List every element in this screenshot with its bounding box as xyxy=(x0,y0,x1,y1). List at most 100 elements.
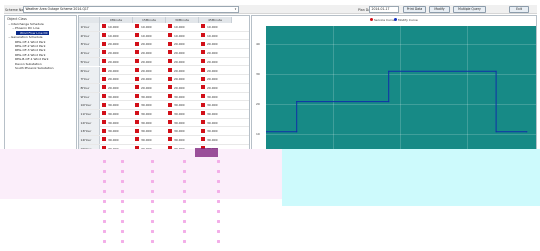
table-cell[interactable]: 20.000 xyxy=(168,84,185,92)
tree-node[interactable]: Wind Flow Line DC xyxy=(16,30,49,35)
table-row[interactable]: 4Hour 20.000 20.000 20.000 20.000 xyxy=(79,49,249,58)
scheme-name-dropdown[interactable]: Weather Area Outage Scheme 2014-Q1T ▾ xyxy=(23,6,239,13)
table-cell[interactable]: 30.000 xyxy=(135,101,152,109)
table-cell[interactable]: 30.000 xyxy=(168,119,185,127)
table-row[interactable]: 8Hour 20.000 20.000 20.000 20.000 xyxy=(79,83,249,93)
table-cell[interactable]: 30.000 xyxy=(135,110,152,118)
table-cell[interactable]: 20.000 xyxy=(168,40,185,48)
table-cell[interactable]: 30.000 xyxy=(102,110,119,118)
plan-date-value: 2014-01-17 xyxy=(371,7,390,11)
table-row[interactable]: 12Hour 30.000 30.000 30.000 30.000 xyxy=(79,118,249,128)
table-row[interactable]: 3Hour 20.000 20.000 20.000 20.000 xyxy=(79,40,249,50)
table-cell[interactable]: 10.000 xyxy=(102,32,119,40)
table-cell[interactable]: 20.000 xyxy=(201,40,218,48)
table-cell[interactable]: 30.000 xyxy=(201,119,218,127)
table-cell[interactable]: 10.000 xyxy=(168,23,185,31)
table-cell[interactable]: 20.000 xyxy=(135,40,152,48)
tree-node[interactable]: REG-OF-3 Wind Park xyxy=(12,48,45,52)
table-row[interactable]: 10Hour 30.000 30.000 30.000 30.000 xyxy=(79,101,249,110)
table-cell[interactable]: 30.000 xyxy=(102,93,119,101)
table-cell[interactable]: 20.000 xyxy=(168,75,185,83)
modify-button[interactable]: Modify xyxy=(429,6,450,13)
status-square-icon xyxy=(168,76,172,81)
tree-node[interactable]: REG-B-OF-1 Wind Park xyxy=(12,57,49,61)
artifact-dot xyxy=(183,190,186,193)
table-cell[interactable]: 30.000 xyxy=(102,127,119,135)
status-square-icon xyxy=(135,85,139,90)
table-cell[interactable]: 30.000 xyxy=(201,93,218,101)
table-row[interactable]: 13Hour 30.000 30.000 30.000 30.000 xyxy=(79,127,249,137)
table-cell[interactable]: 20.000 xyxy=(102,75,119,83)
table-cell[interactable]: 30.000 xyxy=(102,119,119,127)
table-row[interactable]: 14Hour 30.000 30.000 30.000 30.000 xyxy=(79,136,249,145)
artifact-dot xyxy=(183,200,186,203)
table-cell[interactable]: 20.000 xyxy=(168,67,185,75)
tree-node[interactable]: −Generation Schedule xyxy=(8,35,42,39)
table-cell[interactable]: 30.000 xyxy=(168,101,185,109)
table-cell[interactable]: 20.000 xyxy=(102,67,119,75)
table-cell[interactable]: 20.000 xyxy=(135,49,152,57)
status-square-icon xyxy=(102,50,106,55)
table-cell[interactable]: 20.000 xyxy=(102,84,119,92)
table-cell[interactable]: 20.000 xyxy=(102,58,119,66)
table-cell[interactable]: 20.000 xyxy=(135,67,152,75)
tree-node[interactable]: South Phoenix Substation xyxy=(12,66,54,70)
table-cell[interactable]: 20.000 xyxy=(168,49,185,57)
status-square-icon xyxy=(168,120,172,125)
tree-node[interactable]: −Interchange Schedule xyxy=(8,22,44,26)
table-cell[interactable]: 20.000 xyxy=(201,58,218,66)
table-cell[interactable]: 20.000 xyxy=(201,67,218,75)
table-row[interactable]: 5Hour 20.000 20.000 20.000 20.000 xyxy=(79,57,249,67)
table-cell[interactable]: 10.000 xyxy=(135,23,152,31)
table-cell[interactable]: 30.000 xyxy=(135,136,152,144)
multiple-query-button[interactable]: Multiple Query xyxy=(453,6,486,13)
table-cell[interactable]: 30.000 xyxy=(201,127,218,135)
tree-node[interactable]: REG-OF-4 Wind Park xyxy=(12,53,45,57)
table-cell[interactable]: 20.000 xyxy=(135,84,152,92)
tree-node[interactable]: REG-OF-1 Wind Park xyxy=(12,40,45,44)
table-cell[interactable]: 20.000 xyxy=(201,49,218,57)
table-row[interactable]: 11Hour 30.000 30.000 30.000 30.000 xyxy=(79,110,249,119)
table-cell[interactable]: 10.000 xyxy=(201,23,218,31)
table-cell[interactable]: 30.000 xyxy=(135,119,152,127)
table-cell[interactable]: 30.000 xyxy=(201,110,218,118)
table-cell[interactable]: 30.000 xyxy=(168,127,185,135)
table-cell[interactable]: 20.000 xyxy=(201,75,218,83)
plot-area[interactable]: 40 30 20 10 xyxy=(256,26,536,162)
exit-button[interactable]: Exit xyxy=(509,6,529,13)
table-cell[interactable]: 20.000 xyxy=(135,58,152,66)
table-cell[interactable]: 20.000 xyxy=(168,58,185,66)
tree-node[interactable]: REG-OF-2 Wind Park xyxy=(12,44,45,48)
table-cell[interactable]: 10.000 xyxy=(135,32,152,40)
table-cell[interactable]: 30.000 xyxy=(102,101,119,109)
table-cell[interactable]: 30.000 xyxy=(102,136,119,144)
table-cell[interactable]: 30.000 xyxy=(168,136,185,144)
table-cell[interactable]: 30.000 xyxy=(135,93,152,101)
tree-node[interactable]: Devon Substation xyxy=(12,62,42,66)
plan-date-field[interactable]: 2014-01-17 xyxy=(369,6,399,13)
table-cell[interactable]: 20.000 xyxy=(135,75,152,83)
table-cell[interactable]: 20.000 xyxy=(201,84,218,92)
table-cell[interactable]: 10.000 xyxy=(168,32,185,40)
tree-node[interactable]: −Phoenix DC Line xyxy=(12,26,39,30)
table-cell[interactable]: 30.000 xyxy=(201,136,218,144)
row-header: 5Hour xyxy=(79,57,100,66)
table-row[interactable]: 9Hour 30.000 30.000 30.000 30.000 xyxy=(79,92,249,102)
table-cell[interactable]: 10.000 xyxy=(102,23,119,31)
table-cell[interactable]: 30.000 xyxy=(168,110,185,118)
table-cell[interactable]: 10.000 xyxy=(201,32,218,40)
table-cell[interactable]: 20.000 xyxy=(102,49,119,57)
table-cell[interactable]: 30.000 xyxy=(201,101,218,109)
cell-value: 20.000 xyxy=(207,85,218,90)
cell-value: 20.000 xyxy=(141,51,152,56)
table-cell[interactable]: 30.000 xyxy=(135,127,152,135)
table-row[interactable]: 1Hour 10.000 10.000 10.000 10.000 xyxy=(79,23,249,32)
table-row[interactable]: 6Hour 20.000 20.000 20.000 20.000 xyxy=(79,66,249,76)
table-cell[interactable]: 30.000 xyxy=(168,93,185,101)
print-data-button[interactable]: Print Data xyxy=(403,6,426,13)
row-header: 12Hour xyxy=(79,118,100,127)
table-cell[interactable]: 20.000 xyxy=(102,40,119,48)
table-row[interactable]: 7Hour 20.000 20.000 20.000 20.000 xyxy=(79,75,249,84)
legend-dot-icon xyxy=(370,18,373,22)
table-row[interactable]: 2Hour 10.000 10.000 10.000 10.000 xyxy=(79,31,249,41)
